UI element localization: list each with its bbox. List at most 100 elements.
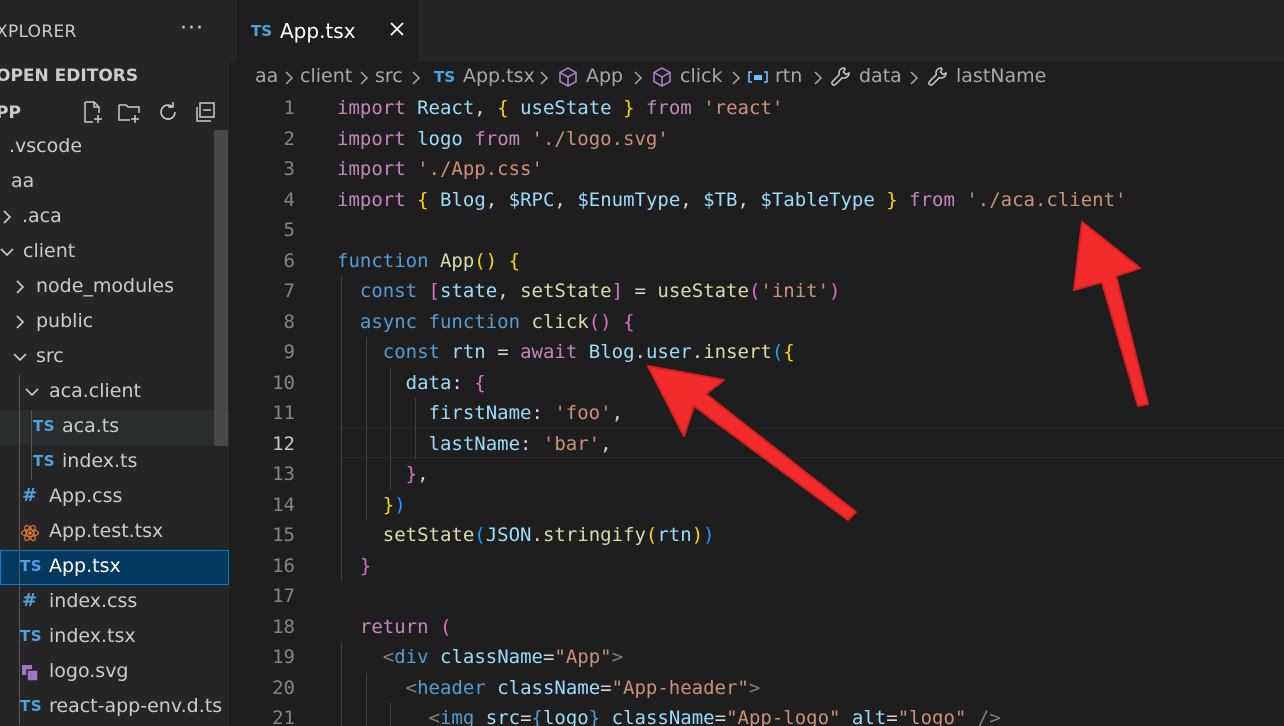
tree-indent-guide	[19, 375, 20, 725]
tree-item-label: aca.client	[49, 380, 141, 402]
chevron-right-icon	[814, 71, 823, 85]
tree-item-vscode[interactable]: .vscode	[0, 130, 229, 165]
tree-item-label: index.tsx	[49, 625, 136, 647]
tree-item-aca-ts[interactable]: TS aca.ts	[0, 410, 229, 445]
code-line-2: import logo from './logo.svg'	[337, 128, 669, 150]
chevron-right-icon	[3, 210, 12, 224]
code-line-21: <img src={logo} className="App-logo" alt…	[428, 707, 1001, 726]
tree-item-label: client	[23, 240, 76, 262]
chevron-right-icon	[540, 71, 549, 85]
code-editor[interactable]: 1 2 3 4 5 6 7 8 9 10 11 12 13 14 15 16 1…	[229, 93, 1284, 726]
tree-item-client[interactable]: client	[0, 235, 229, 270]
line-number: 14	[272, 494, 295, 516]
tree-item-src[interactable]: src	[0, 340, 229, 375]
breadcrumb-item-app[interactable]: App	[586, 65, 623, 87]
line-number: 1	[283, 97, 295, 119]
project-section-header[interactable]: PP	[0, 96, 229, 128]
code-line-13: },	[405, 463, 429, 485]
tree-item-label: logo.svg	[49, 660, 129, 682]
new-folder-icon[interactable]	[117, 100, 141, 124]
tree-item-label: .aca	[22, 205, 62, 227]
code-line-6: function App() {	[337, 250, 521, 272]
line-number: 3	[283, 158, 295, 180]
tree-item-index-ts[interactable]: TS index.ts	[0, 445, 229, 480]
tree-item-app-css[interactable]: # App.css	[0, 480, 229, 515]
code-line-12: lastName: 'bar',	[428, 433, 612, 455]
typescript-file-icon: TS	[20, 557, 43, 575]
sidebar-scrollbar[interactable]	[214, 130, 228, 446]
tree-item-label: aa	[11, 170, 35, 192]
open-editors-section[interactable]: OPEN EDITORS	[0, 66, 138, 86]
editor-area: TS App.tsx aa client src TS App.tsx App …	[229, 0, 1284, 726]
line-number: 21	[272, 707, 295, 726]
typescript-file-icon: TS	[434, 68, 456, 86]
code-line-9: const rtn = await Blog.user.insert({	[382, 341, 795, 363]
breadcrumb-item-app-tsx[interactable]: App.tsx	[463, 65, 535, 87]
tree-item-app-test-tsx[interactable]: App.test.tsx	[0, 515, 229, 550]
breadcrumb-item-lastname[interactable]: lastName	[956, 65, 1046, 87]
breadcrumb-item-data[interactable]: data	[859, 65, 902, 87]
tab-app-tsx[interactable]: TS App.tsx	[237, 0, 418, 62]
tree-item-index-css[interactable]: # index.css	[0, 585, 229, 620]
code-line-10: data: {	[405, 372, 486, 394]
breadcrumb-item-aa[interactable]: aa	[255, 65, 278, 87]
typescript-file-icon: TS	[20, 697, 43, 715]
collapse-all-icon[interactable]	[194, 100, 218, 124]
tree-item-react-app-env[interactable]: TS react-app-env.d.ts	[0, 690, 229, 725]
close-icon[interactable]	[386, 18, 408, 40]
tree-item-logo-svg[interactable]: logo.svg	[0, 655, 229, 690]
code-line-7: const [state, setState] = useState('init…	[359, 280, 841, 302]
tree-item-aca-folder[interactable]: .aca	[0, 200, 229, 235]
tree-item-label: App.css	[49, 485, 123, 507]
tree-item-aca-client[interactable]: aca.client	[0, 375, 229, 410]
wrench-icon	[928, 67, 947, 86]
tree-item-node-modules[interactable]: node_modules	[0, 270, 229, 305]
breadcrumb-item-client[interactable]: client	[300, 65, 352, 87]
code-line-16: }	[359, 555, 372, 577]
explorer-header: XPLORER ···	[0, 14, 229, 46]
chevron-right-icon	[360, 71, 369, 85]
line-number: 16	[272, 555, 295, 577]
code-line-11: firstName: 'foo',	[428, 402, 624, 424]
cube-symbol-icon	[559, 67, 577, 87]
line-number: 13	[272, 463, 295, 485]
breadcrumb-item-src[interactable]: src	[375, 65, 403, 87]
chevron-down-icon	[25, 388, 39, 397]
tree-item-label: src	[36, 345, 64, 367]
code-line-15: setState(JSON.stringify(rtn))	[382, 524, 715, 546]
new-file-icon[interactable]	[80, 100, 104, 124]
code-line-18: return (	[359, 616, 452, 638]
tree-indent-guide	[31, 410, 32, 480]
breadcrumb-item-click[interactable]: click	[680, 65, 722, 87]
css-file-icon: #	[22, 590, 38, 611]
svg-file-icon	[22, 665, 39, 682]
tree-item-label: index.ts	[62, 450, 138, 472]
tree-item-app-tsx[interactable]: TS App.tsx	[0, 550, 229, 585]
tree-item-index-tsx[interactable]: TS index.tsx	[0, 620, 229, 655]
more-actions-icon[interactable]: ···	[180, 16, 204, 41]
chevron-down-icon	[0, 248, 14, 257]
chevron-right-icon	[16, 280, 25, 294]
code-line-8: async function click() {	[359, 311, 635, 333]
typescript-file-icon: TS	[33, 417, 56, 435]
line-number: 9	[283, 341, 295, 363]
cube-symbol-icon	[653, 67, 671, 87]
line-number: 8	[283, 311, 295, 333]
typescript-file-icon: TS	[20, 627, 43, 645]
tree-item-label: App.test.tsx	[49, 520, 164, 542]
chevron-down-icon	[13, 353, 27, 362]
breadcrumb-item-rtn[interactable]: rtn	[775, 65, 802, 87]
code-line-4: import { Blog, $RPC, $EnumType, $TB, $Ta…	[337, 189, 1127, 211]
tree-item-label: public	[36, 310, 94, 332]
tree-item-aa[interactable]: aa	[0, 165, 229, 200]
tree-item-label: node_modules	[36, 275, 175, 297]
tree-item-public[interactable]: public	[0, 305, 229, 340]
refresh-icon[interactable]	[156, 100, 180, 124]
css-file-icon: #	[22, 485, 38, 506]
breadcrumb: aa client src TS App.tsx App click rtn d…	[229, 62, 1284, 94]
chevron-right-icon	[634, 71, 643, 85]
typescript-file-icon: TS	[33, 452, 56, 470]
code-line-19: <div className="App">	[382, 646, 624, 668]
wrench-icon	[831, 67, 850, 86]
line-number-active: 12	[272, 433, 295, 455]
